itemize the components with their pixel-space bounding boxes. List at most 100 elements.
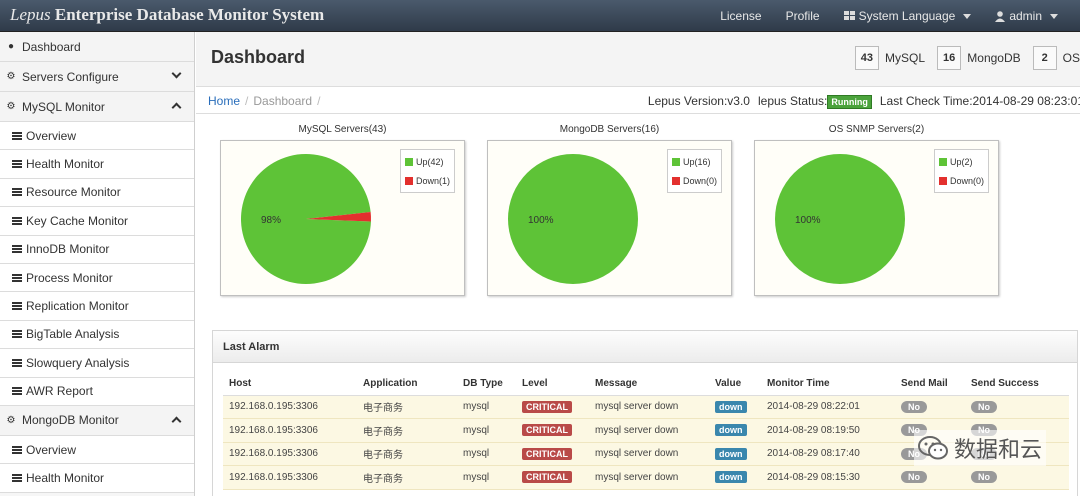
list-icon: [12, 188, 22, 197]
table-row: 192.168.0.195:3306 电子商务 mysql CRITICAL mysql…: [223, 465, 1069, 490]
value-badge: down: [715, 447, 747, 460]
legend-label: Up(2): [949, 156, 973, 167]
sidebar-item-overview[interactable]: Overview: [0, 435, 194, 465]
grid-icon: [843, 11, 855, 20]
cell-app: 电子商务: [357, 442, 457, 466]
cell-host: 192.168.0.195:3306: [223, 418, 357, 443]
legend-label: Down(0): [682, 175, 717, 186]
page-header: Dashboard 43 MySQL 16 MongoDB 2 OS: [196, 32, 1080, 87]
sidebar-item-key-cache-monitor[interactable]: Key Cache Monitor: [0, 207, 194, 236]
watermark: 数据和云: [913, 430, 1046, 466]
sidebar-item-innodb-monitor[interactable]: InnoDB Monitor: [0, 235, 194, 264]
mongodb-count: 16: [937, 46, 962, 70]
cell-host: 192.168.0.195:3306: [223, 442, 357, 466]
user-dropdown[interactable]: admin: [983, 9, 1070, 23]
chart-legend: Up(16) Down(0): [666, 149, 722, 193]
sidebar-item-label: BigTable Analysis: [26, 327, 120, 342]
column-header[interactable]: DB Type: [457, 373, 516, 396]
legend-swatch: [404, 176, 413, 185]
nav-license-link[interactable]: License: [708, 9, 773, 23]
last-alarm-panel: Last Alarm Host Application DB Type Level Me…: [212, 330, 1078, 496]
cell-level: CRITICAL: [516, 442, 589, 466]
cell-msg: mysql server down: [589, 465, 709, 490]
column-header[interactable]: Send Mail: [895, 373, 965, 396]
chart-title: OS SNMP Servers(2): [828, 124, 925, 135]
sidebar-item-health-monitor[interactable]: Health Monitor: [0, 464, 194, 493]
sidebar-item-mysql-monitor[interactable]: ⚙ MySQL Monitor: [0, 92, 194, 122]
list-icon: [12, 302, 22, 311]
cell-msg: mysql server down: [589, 442, 709, 466]
list-icon: [12, 160, 22, 169]
main-content: Dashboard 43 MySQL 16 MongoDB 2 OS Home /…: [196, 32, 1080, 496]
column-header[interactable]: Message: [589, 373, 709, 396]
cell-time: 2014-08-29 08:17:40: [761, 442, 895, 466]
legend-entry: Down(0): [938, 171, 984, 190]
chart-legend: Up(2) Down(0): [933, 149, 989, 193]
breadcrumb-current: Dashboard: [253, 94, 313, 108]
cell-host: 192.168.0.195:3306: [223, 395, 357, 419]
sidebar-item-bigtable-analysis[interactable]: BigTable Analysis: [0, 320, 194, 350]
sidebar-item-label: MongoDB Monitor: [22, 413, 119, 428]
sidebar-item-label: Servers Configure: [22, 69, 119, 84]
sidebar-item-label: Key Cache Monitor: [26, 213, 129, 228]
cell-level: CRITICAL: [516, 395, 589, 419]
chevron-down-icon: [171, 68, 182, 79]
sidebar-item-label: Replication Monitor: [26, 299, 129, 314]
sidebar-item-mongodb-monitor[interactable]: ⚙ MongoDB Monitor: [0, 405, 194, 436]
status-badge: Running: [827, 95, 872, 109]
watermark-text: 数据和云: [953, 437, 1042, 462]
sidebar-item-label: Dashboard: [22, 39, 81, 54]
breadcrumb-home-link[interactable]: Home: [208, 94, 240, 108]
sidebar: ● Dashboard ⚙ Servers Configure ⚙ MySQL Monit…: [0, 32, 195, 496]
cell-host: 192.168.0.195:3306: [223, 465, 357, 490]
caret-down-icon: [963, 13, 972, 19]
level-badge: CRITICAL: [522, 424, 572, 437]
column-header[interactable]: Host: [223, 373, 357, 396]
nav-profile-link[interactable]: Profile: [774, 9, 832, 23]
sidebar-item-health-monitor[interactable]: Health Monitor: [0, 150, 194, 179]
sidebar-item-overview[interactable]: Overview: [0, 122, 194, 151]
language-dropdown[interactable]: System Language: [832, 9, 984, 23]
table-row: 192.168.0.195:3306 电子商务 mysql CRITICAL mysql…: [223, 395, 1069, 419]
sidebar-item-resource-monitor[interactable]: Resource Monitor: [0, 178, 194, 208]
caret-down-icon: [1050, 13, 1058, 19]
sidebar-item-dashboard[interactable]: ● Dashboard: [0, 32, 194, 62]
os-count: 2: [1032, 46, 1057, 70]
mongodb-label: MongoDB: [967, 51, 1021, 65]
cell-app: 电子商务: [357, 395, 457, 419]
cell-app: 电子商务: [357, 418, 457, 443]
chart-frame: 100% Up(16) Down(0): [487, 140, 732, 296]
sidebar-item-servers-configure[interactable]: ⚙ Servers Configure: [0, 62, 194, 92]
level-badge: CRITICAL: [522, 471, 572, 484]
column-header[interactable]: Application: [357, 373, 457, 396]
comment-icon: ●: [7, 41, 15, 52]
cell-value: down: [709, 465, 761, 490]
cell-mail: No: [895, 465, 965, 490]
sidebar-item-label: Overview: [26, 128, 77, 143]
column-header[interactable]: Send Success: [965, 373, 1069, 396]
app-brand[interactable]: Lepus Enterprise Database Monitor System: [10, 5, 324, 25]
sidebar-item-label: Slowquery Analysis: [26, 355, 130, 370]
breadcrumb: Home / Dashboard /: [208, 94, 325, 108]
os-label: OS: [1062, 51, 1080, 65]
value-badge: down: [715, 471, 747, 484]
legend-entry: Up(42): [404, 152, 450, 171]
sidebar-item-label: MySQL Monitor: [22, 99, 105, 114]
column-header[interactable]: Monitor Time: [761, 373, 895, 396]
sidebar-item-label: Resource Monitor: [26, 185, 121, 200]
cell-db: mysql: [457, 418, 516, 443]
chart-title: MongoDB Servers(16): [559, 124, 660, 135]
breadcrumb-bar: Home / Dashboard / Lepus Version:v3.0 lepus…: [196, 88, 1080, 114]
chevron-up-icon: [171, 102, 182, 113]
slice-percent-label: 100%: [795, 215, 821, 226]
column-header[interactable]: Value: [709, 373, 761, 396]
sidebar-item-awr-report[interactable]: AWR Report: [0, 377, 194, 406]
sidebar-item-slowquery-analysis[interactable]: Slowquery Analysis: [0, 349, 194, 378]
sidebar-item-process-monitor[interactable]: Process Monitor: [0, 263, 194, 293]
version-text: Lepus Version:v3.0: [647, 94, 750, 108]
column-header[interactable]: Level: [516, 373, 589, 396]
status-label: lepus Status:: [757, 94, 828, 108]
legend-swatch: [404, 157, 413, 166]
sidebar-item-replication-monitor[interactable]: Replication Monitor: [0, 292, 194, 321]
legend-label: Down(0): [949, 175, 984, 186]
